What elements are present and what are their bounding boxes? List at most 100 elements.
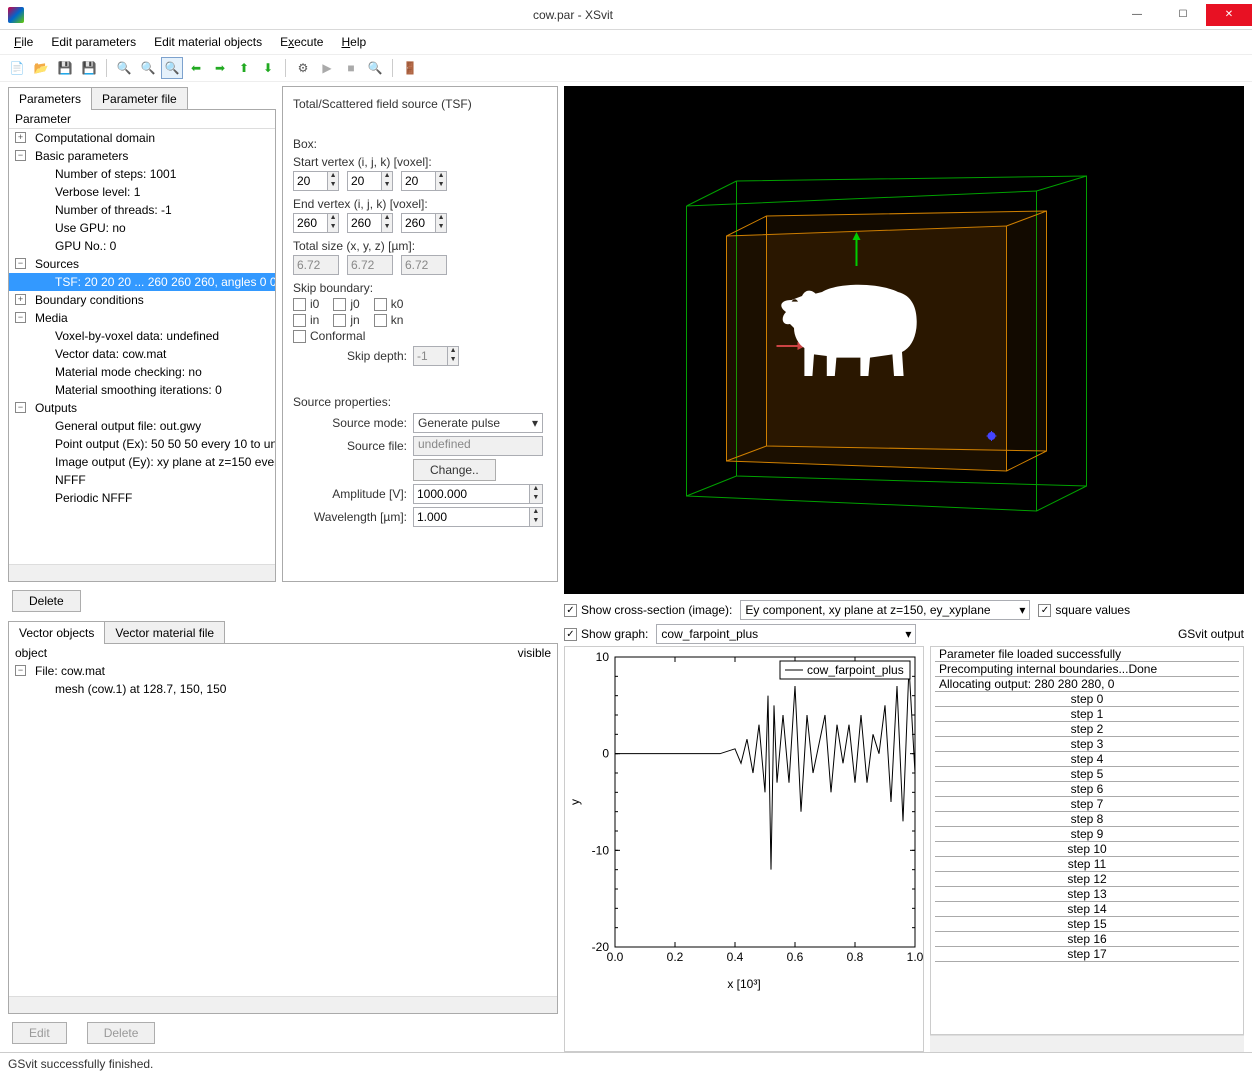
tree-voxel-data[interactable]: Voxel-by-voxel data: undefined — [9, 327, 275, 345]
zoom-out-icon[interactable]: 🔍 — [137, 57, 159, 79]
tree-header: Parameter — [9, 110, 275, 129]
tree-pnfff[interactable]: Periodic NFFF — [9, 489, 275, 507]
tree-use-gpu[interactable]: Use GPU: no — [9, 219, 275, 237]
minimize-button[interactable]: — — [1114, 4, 1160, 26]
nav-down-icon[interactable]: ⬇ — [257, 57, 279, 79]
end-i-input[interactable]: ▲▼ — [293, 213, 339, 233]
3d-viewport[interactable] — [564, 86, 1244, 594]
tree-computational-domain[interactable]: +Computational domain — [9, 129, 275, 147]
source-props-label: Source properties: — [293, 395, 547, 409]
svg-text:-10: -10 — [592, 843, 610, 857]
tree-media[interactable]: −Media — [9, 309, 275, 327]
output-line: Allocating output: 280 280 280, 0 — [935, 677, 1239, 692]
zoom-in-icon[interactable]: 🔍 — [113, 57, 135, 79]
settings-icon[interactable]: ⚙ — [292, 57, 314, 79]
tree-sources[interactable]: −Sources — [9, 255, 275, 273]
tab-parameters[interactable]: Parameters — [8, 87, 92, 110]
skip-depth-input: ▲▼ — [413, 346, 459, 366]
chk-i0[interactable]: i0 — [293, 297, 319, 311]
zoom-fit-icon[interactable]: 🔍 — [161, 57, 183, 79]
nav-left-icon[interactable]: ⬅ — [185, 57, 207, 79]
play-icon[interactable]: ▶ — [316, 57, 338, 79]
obj-file[interactable]: −File: cow.mat — [9, 662, 557, 680]
chk-kn[interactable]: kn — [374, 313, 404, 327]
close-button[interactable]: ✕ — [1206, 4, 1252, 26]
tree-nfff[interactable]: NFFF — [9, 471, 275, 489]
tree-point-out[interactable]: Point output (Ex): 50 50 50 every 10 to … — [9, 435, 275, 453]
tree-image-out[interactable]: Image output (Ey): xy plane at z=150 eve… — [9, 453, 275, 471]
start-k-input[interactable]: ▲▼ — [401, 171, 447, 191]
inspect-icon[interactable]: 🔍 — [364, 57, 386, 79]
tree-tsf-item[interactable]: TSF: 20 20 20 ... 260 260 260, angles 0 … — [9, 273, 275, 291]
tree-gen-out[interactable]: General output file: out.gwy — [9, 417, 275, 435]
amplitude-input[interactable]: ▲▼ — [413, 484, 543, 504]
chk-in[interactable]: in — [293, 313, 319, 327]
chk-show-graph[interactable]: ✓Show graph: — [564, 627, 648, 641]
cross-section-select[interactable]: Ey component, xy plane at z=150, ey_xypl… — [740, 600, 1030, 620]
tree-mat-smooth[interactable]: Material smoothing iterations: 0 — [9, 381, 275, 399]
menu-edit-material-objects[interactable]: Edit material objects — [146, 33, 270, 51]
save-as-icon[interactable]: 💾 — [78, 57, 100, 79]
change-button[interactable]: Change.. — [413, 459, 496, 481]
chk-cross-section[interactable]: ✓Show cross-section (image): — [564, 603, 732, 617]
chk-conformal[interactable]: Conformal — [293, 329, 365, 343]
exit-icon[interactable]: 🚪 — [399, 57, 421, 79]
tree-num-threads[interactable]: Number of threads: -1 — [9, 201, 275, 219]
wavelength-input[interactable]: ▲▼ — [413, 507, 543, 527]
tab-vector-objects[interactable]: Vector objects — [8, 621, 105, 644]
start-i-input[interactable]: ▲▼ — [293, 171, 339, 191]
menubar: File Edit parameters Edit material objec… — [0, 30, 1252, 54]
parameter-tree[interactable]: +Computational domain −Basic parameters … — [9, 129, 275, 564]
delete-button[interactable]: Delete — [12, 590, 81, 612]
tree-num-steps[interactable]: Number of steps: 1001 — [9, 165, 275, 183]
output-line: step 0 — [935, 692, 1239, 707]
tree-verbose[interactable]: Verbose level: 1 — [9, 183, 275, 201]
end-k-input[interactable]: ▲▼ — [401, 213, 447, 233]
tree-hscroll[interactable] — [9, 564, 275, 581]
menu-execute[interactable]: Execute — [272, 33, 331, 51]
obj-mesh[interactable]: mesh (cow.1) at 128.7, 150, 150 — [9, 680, 557, 698]
svg-text:0.6: 0.6 — [787, 950, 804, 964]
obj-delete-button[interactable]: Delete — [87, 1022, 156, 1044]
chk-k0[interactable]: k0 — [374, 297, 404, 311]
new-icon[interactable]: 📄 — [6, 57, 28, 79]
tree-outputs[interactable]: −Outputs — [9, 399, 275, 417]
obj-hscroll[interactable] — [9, 996, 557, 1013]
maximize-button[interactable]: ☐ — [1160, 4, 1206, 26]
tab-vector-material-file[interactable]: Vector material file — [104, 621, 225, 644]
end-j-input[interactable]: ▲▼ — [347, 213, 393, 233]
tree-gpu-no[interactable]: GPU No.: 0 — [9, 237, 275, 255]
menu-edit-parameters[interactable]: Edit parameters — [43, 33, 144, 51]
graph-select[interactable]: cow_farpoint_plus▾ — [656, 624, 916, 644]
output-line: step 5 — [935, 767, 1239, 782]
output-log[interactable]: Parameter file loaded successfullyPrecom… — [930, 646, 1244, 1035]
save-icon[interactable]: 💾 — [54, 57, 76, 79]
output-line: step 4 — [935, 752, 1239, 767]
nav-up-icon[interactable]: ⬆ — [233, 57, 255, 79]
menu-help[interactable]: Help — [333, 33, 374, 51]
tree-basic-params[interactable]: −Basic parameters — [9, 147, 275, 165]
tree-vector-data[interactable]: Vector data: cow.mat — [9, 345, 275, 363]
obj-edit-button[interactable]: Edit — [12, 1022, 67, 1044]
output-line: Parameter file loaded successfully — [935, 647, 1239, 662]
start-vertex-label: Start vertex (i, j, k) [voxel]: — [293, 155, 547, 169]
svg-text:1.0: 1.0 — [907, 950, 924, 964]
menu-file[interactable]: File — [6, 33, 41, 51]
source-mode-select[interactable]: Generate pulse▾ — [413, 413, 543, 433]
start-j-input[interactable]: ▲▼ — [347, 171, 393, 191]
stop-icon[interactable]: ■ — [340, 57, 362, 79]
output-hscroll[interactable] — [930, 1035, 1244, 1052]
chk-square-values[interactable]: ✓square values — [1038, 603, 1130, 617]
chk-jn[interactable]: jn — [333, 313, 359, 327]
svg-text:y: y — [568, 799, 582, 805]
output-line: step 7 — [935, 797, 1239, 812]
open-icon[interactable]: 📂 — [30, 57, 52, 79]
chk-j0[interactable]: j0 — [333, 297, 359, 311]
nav-right-icon[interactable]: ➡ — [209, 57, 231, 79]
tab-parameter-file[interactable]: Parameter file — [91, 87, 188, 110]
status-bar: GSvit successfully finished. — [0, 1052, 1252, 1074]
tree-boundary[interactable]: +Boundary conditions — [9, 291, 275, 309]
total-size-label: Total size (x, y, z) [µm]: — [293, 239, 547, 253]
svg-text:0.2: 0.2 — [667, 950, 684, 964]
tree-mat-check[interactable]: Material mode checking: no — [9, 363, 275, 381]
